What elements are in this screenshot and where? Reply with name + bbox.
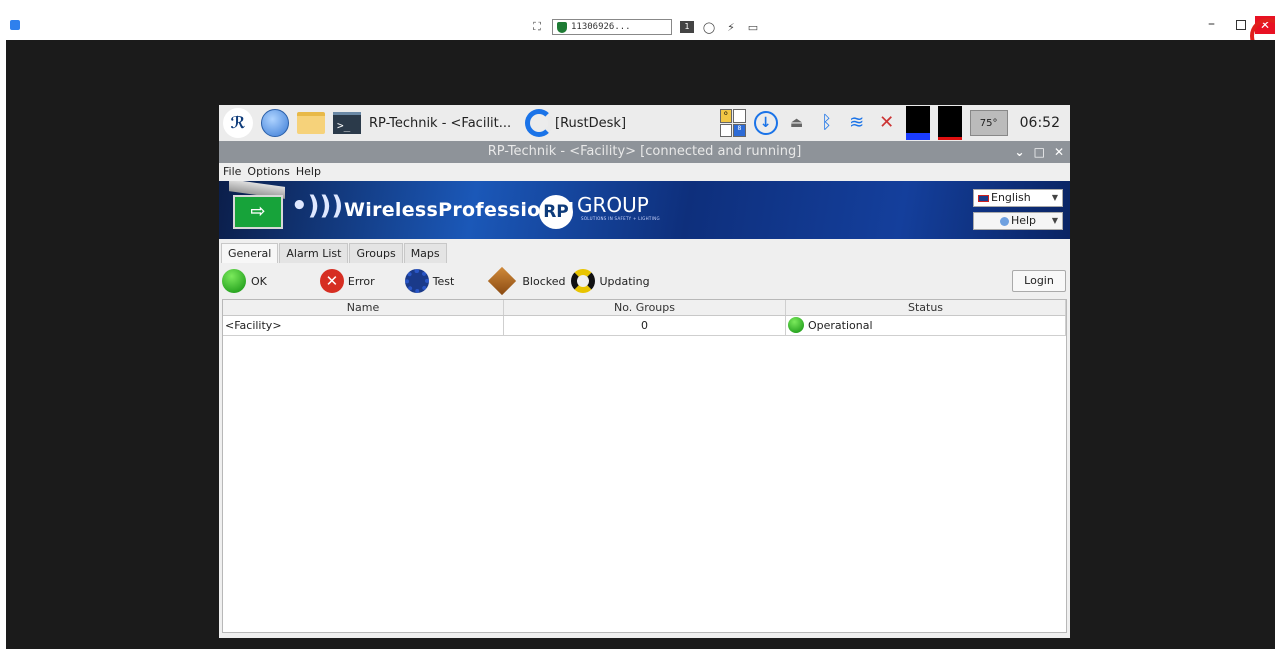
legend-blocked-label: Blocked bbox=[522, 274, 566, 288]
memory-monitor-icon bbox=[937, 106, 962, 140]
table-header: Name No. Groups Status bbox=[223, 300, 1066, 316]
taskbar-window-rp-technik[interactable]: RP-Technik - <Facilit... bbox=[369, 116, 521, 131]
cell-name: <Facility> bbox=[223, 316, 504, 335]
window-maximize-icon[interactable]: □ bbox=[1034, 141, 1045, 163]
rp-menu-icon[interactable]: ℛ bbox=[223, 108, 253, 138]
legend-test: Test bbox=[375, 269, 455, 293]
system-tray: o8 ↓ ⏏ ᛒ ≋ ✕ 75° 06:52 bbox=[719, 106, 1070, 140]
wireless-waves-icon: •))) bbox=[291, 191, 344, 221]
uk-flag-icon bbox=[978, 194, 989, 202]
tab-maps[interactable]: Maps bbox=[403, 243, 447, 263]
volume-muted-icon[interactable]: ✕ bbox=[876, 111, 898, 135]
operational-status-icon bbox=[788, 317, 804, 333]
legend-test-label: Test bbox=[432, 274, 455, 288]
legend-error-label: Error bbox=[347, 274, 375, 288]
action-icon[interactable]: ⚡ bbox=[724, 20, 738, 34]
tab-alarm-list[interactable]: Alarm List bbox=[279, 243, 349, 263]
tab-bar: General Alarm List Groups Maps bbox=[219, 243, 448, 263]
cell-status-label: Operational bbox=[808, 319, 873, 332]
chevron-down-icon: ▼ bbox=[1051, 216, 1058, 225]
clock[interactable]: 06:52 bbox=[1020, 115, 1060, 131]
cell-status: Operational bbox=[786, 316, 1066, 335]
legend-blocked: Blocked bbox=[454, 266, 566, 296]
window-title: RP-Technik - <Facility> [connected and r… bbox=[487, 144, 802, 159]
rustdesk-session-controls: ⛶ 11306926... 1 ◯ ⚡ ▭ bbox=[530, 18, 760, 36]
help-label: Help bbox=[1010, 214, 1037, 227]
legend-updating: Updating bbox=[565, 269, 650, 293]
menu-help[interactable]: Help bbox=[296, 163, 321, 181]
brand-banner: ⇨ •))) WirelessProfessional RP GROUP SOL… bbox=[219, 181, 1070, 239]
tab-general[interactable]: General bbox=[221, 243, 279, 263]
cell-groups: 0 bbox=[504, 316, 786, 335]
chat-icon[interactable]: ◯ bbox=[702, 20, 716, 34]
error-status-icon: ✕ bbox=[319, 269, 344, 293]
temperature-readout: 75° bbox=[969, 110, 1008, 136]
test-gear-icon bbox=[404, 269, 429, 293]
monitor-icon[interactable]: 1 bbox=[680, 21, 694, 33]
language-value: English bbox=[991, 191, 1031, 204]
cpu-monitor-icon bbox=[905, 106, 930, 140]
shield-icon bbox=[557, 21, 567, 33]
rustdesk-app-icon bbox=[10, 20, 20, 30]
terminal-icon[interactable]: >_ bbox=[333, 112, 361, 134]
legend-updating-label: Updating bbox=[599, 274, 650, 288]
legend-ok: OK bbox=[219, 269, 267, 293]
menu-file[interactable]: File bbox=[223, 163, 241, 181]
help-globe-icon bbox=[999, 216, 1009, 226]
window-titlebar: RP-Technik - <Facility> [connected and r… bbox=[219, 141, 1070, 163]
group-logo-text: GROUP bbox=[577, 193, 649, 217]
language-select[interactable]: English ▼ bbox=[973, 189, 1063, 207]
column-header-name[interactable]: Name bbox=[223, 300, 504, 315]
tab-groups[interactable]: Groups bbox=[349, 243, 403, 263]
chevron-down-icon: ▼ bbox=[1051, 193, 1058, 202]
help-button[interactable]: Help ▼ bbox=[973, 212, 1063, 230]
maximize-button[interactable] bbox=[1236, 20, 1246, 30]
legend-ok-label: OK bbox=[251, 274, 267, 288]
app-window: File Options Help ⇨ •))) WirelessProfess… bbox=[219, 163, 1070, 638]
ok-status-icon bbox=[222, 269, 246, 293]
menu-options[interactable]: Options bbox=[247, 163, 289, 181]
display-icon[interactable]: ▭ bbox=[746, 20, 760, 34]
status-legend: OK ✕ Error Test Blocked Updating Login bbox=[219, 266, 1070, 296]
login-button[interactable]: Login bbox=[1012, 270, 1066, 292]
bluetooth-icon[interactable]: ᛒ bbox=[816, 111, 838, 135]
legend-error: ✕ Error bbox=[267, 269, 375, 293]
column-header-status[interactable]: Status bbox=[786, 300, 1066, 315]
table-row[interactable]: <Facility> 0 Operational bbox=[223, 316, 1066, 336]
column-header-groups[interactable]: No. Groups bbox=[504, 300, 786, 315]
rustdesk-task-icon bbox=[525, 109, 553, 137]
download-icon[interactable]: ↓ bbox=[753, 111, 778, 135]
rustdesk-toolbar: ⛶ 11306926... 1 ◯ ⚡ ▭ – ✕ bbox=[0, 0, 1275, 54]
updating-status-icon bbox=[571, 269, 596, 293]
keyboard-layout-icon[interactable]: o8 bbox=[719, 109, 746, 137]
wifi-icon[interactable]: ≋ bbox=[846, 111, 868, 135]
peer-id: 11306926... bbox=[571, 22, 631, 32]
raspberry-pi-taskbar: ℛ >_ RP-Technik - <Facilit... [RustDesk]… bbox=[219, 105, 1070, 141]
menu-bar: File Options Help bbox=[219, 163, 1070, 181]
exit-sign-icon: ⇨ bbox=[233, 195, 283, 229]
group-tagline: SOLUTIONS IN SAFETY + LIGHTING bbox=[581, 216, 660, 221]
minimize-button[interactable]: – bbox=[1208, 16, 1215, 32]
blocked-status-icon bbox=[488, 266, 517, 296]
file-manager-icon[interactable] bbox=[297, 112, 325, 134]
peer-id-display[interactable]: 11306926... bbox=[552, 19, 672, 35]
taskbar-window-rustdesk[interactable]: [RustDesk] bbox=[555, 116, 675, 131]
eject-icon[interactable]: ⏏ bbox=[786, 111, 808, 135]
fullscreen-icon[interactable]: ⛶ bbox=[530, 20, 544, 34]
window-close-icon[interactable]: ✕ bbox=[1054, 141, 1064, 163]
web-browser-icon[interactable] bbox=[261, 109, 289, 137]
window-minimize-icon[interactable]: ⌄ bbox=[1015, 141, 1025, 163]
facility-table: Name No. Groups Status <Facility> 0 Oper… bbox=[222, 299, 1067, 633]
rp-logo: RP bbox=[539, 195, 573, 229]
